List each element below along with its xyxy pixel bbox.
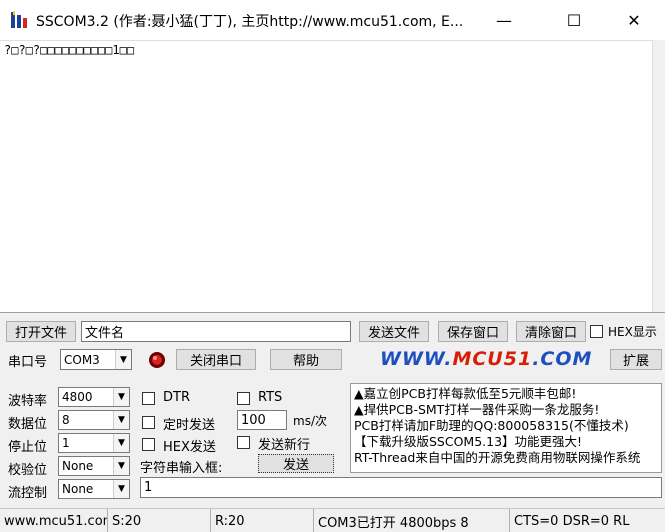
- dtr-checkbox[interactable]: [142, 392, 155, 405]
- send-file-button[interactable]: 发送文件: [359, 321, 429, 342]
- ad-line[interactable]: RT-Thread来自中国的开源免费商用物联网操作系统: [354, 450, 658, 466]
- close-port-button[interactable]: 关闭串口: [176, 349, 256, 370]
- interval-unit: ms/次: [293, 414, 327, 428]
- baud-value: 4800: [62, 390, 93, 404]
- chevron-down-icon: ▼: [113, 411, 129, 429]
- receive-area[interactable]: ?□?□?□□□□□□□□□□1□□: [0, 40, 665, 312]
- logo-text-right: .COM: [532, 348, 593, 370]
- open-file-button[interactable]: 打开文件: [6, 321, 76, 342]
- parity-value: None: [62, 459, 94, 473]
- parity-label: 校验位: [8, 463, 48, 478]
- status-sent-count: S:20: [108, 509, 211, 532]
- status-port-state: COM3已打开 4800bps 8: [314, 509, 510, 532]
- window-title: SSCOM3.2 (作者:聂小猛(丁丁), 主页http://www.mcu51…: [36, 14, 464, 30]
- interval-input[interactable]: 100: [237, 410, 287, 430]
- close-button[interactable]: ✕: [611, 0, 657, 40]
- chevron-down-icon: ▼: [115, 350, 131, 369]
- minimize-icon: —: [496, 10, 512, 30]
- input-label: 字符串输入框:: [140, 461, 223, 476]
- data-bits-select[interactable]: 8 ▼: [58, 410, 130, 430]
- help-button[interactable]: 帮助: [270, 349, 342, 370]
- minimize-button[interactable]: —: [481, 0, 527, 40]
- save-window-button[interactable]: 保存窗口: [438, 321, 508, 342]
- hex-send-label: HEX发送: [163, 440, 216, 455]
- port-select[interactable]: COM3 ▼: [60, 349, 132, 370]
- hex-display-label: HEX显示: [608, 325, 657, 339]
- logo-text-mid: MCU51: [452, 348, 533, 370]
- rts-label: RTS: [258, 390, 283, 405]
- chevron-down-icon: ▼: [113, 434, 129, 452]
- flow-control-select[interactable]: None ▼: [58, 479, 130, 499]
- rts-checkbox[interactable]: [237, 392, 250, 405]
- maximize-button[interactable]: ☐: [551, 0, 597, 40]
- expand-button[interactable]: 扩展: [610, 349, 662, 370]
- port-label: 串口号: [8, 355, 48, 370]
- dtr-label: DTR: [163, 390, 190, 405]
- chevron-down-icon: ▼: [113, 480, 129, 498]
- data-bits-value: 8: [62, 413, 70, 427]
- port-status-icon: [149, 352, 165, 368]
- ad-line[interactable]: ▲捍供PCB-SMT打样一器件采购一条龙服务!: [354, 402, 658, 418]
- baud-select[interactable]: 4800 ▼: [58, 387, 130, 407]
- status-website[interactable]: www.mcu51.com: [0, 509, 108, 532]
- hex-send-checkbox[interactable]: [142, 438, 155, 451]
- timed-send-label: 定时发送: [163, 418, 216, 433]
- chevron-down-icon: ▼: [113, 388, 129, 406]
- send-newline-checkbox[interactable]: [237, 436, 250, 449]
- status-received-count: R:20: [211, 509, 314, 532]
- status-lines: CTS=0 DSR=0 RL: [514, 513, 630, 529]
- parity-select[interactable]: None ▼: [58, 456, 130, 476]
- stop-bits-value: 1: [62, 436, 70, 450]
- app-icon: [11, 11, 27, 28]
- send-newline-label: 发送新行: [258, 438, 311, 453]
- timed-send-checkbox[interactable]: [142, 416, 155, 429]
- website-logo[interactable]: WWW.MCU51.COM: [380, 348, 592, 370]
- stop-bits-select[interactable]: 1 ▼: [58, 433, 130, 453]
- status-bar: www.mcu51.com S:20 R:20 COM3已打开 4800bps …: [0, 508, 665, 532]
- flow-control-label: 流控制: [8, 486, 48, 501]
- title-bar: SSCOM3.2 (作者:聂小猛(丁丁), 主页http://www.mcu51…: [0, 0, 665, 40]
- maximize-icon: ☐: [566, 10, 582, 30]
- logo-text-left: WWW.: [380, 348, 453, 370]
- stop-bits-label: 停止位: [8, 440, 48, 455]
- receive-text: ?□?□?□□□□□□□□□□1□□: [4, 43, 135, 57]
- send-input[interactable]: 1: [140, 477, 662, 498]
- ad-line[interactable]: ▲嘉立创PCB打样每款低至5元顺丰包邮!: [354, 386, 658, 402]
- filename-field[interactable]: 文件名: [81, 321, 351, 342]
- hex-display-checkbox[interactable]: [590, 325, 603, 338]
- flow-control-value: None: [62, 482, 94, 496]
- clear-window-button[interactable]: 清除窗口: [516, 321, 586, 342]
- send-button[interactable]: 发送: [258, 454, 334, 473]
- receive-scrollbar[interactable]: [652, 40, 665, 312]
- port-value: COM3: [64, 352, 100, 367]
- close-icon: ✕: [627, 10, 641, 30]
- ad-box: ▲嘉立创PCB打样每款低至5元顺丰包邮! ▲捍供PCB-SMT打样一器件采购一条…: [350, 383, 662, 473]
- ad-line[interactable]: 【下载升级版SSCOM5.13】功能更强大!: [354, 434, 658, 450]
- chevron-down-icon: ▼: [113, 457, 129, 475]
- data-bits-label: 数据位: [8, 417, 48, 432]
- ad-line[interactable]: PCB打样请加F助理的QQ:800058315(不懂技术): [354, 418, 658, 434]
- baud-label: 波特率: [8, 394, 48, 409]
